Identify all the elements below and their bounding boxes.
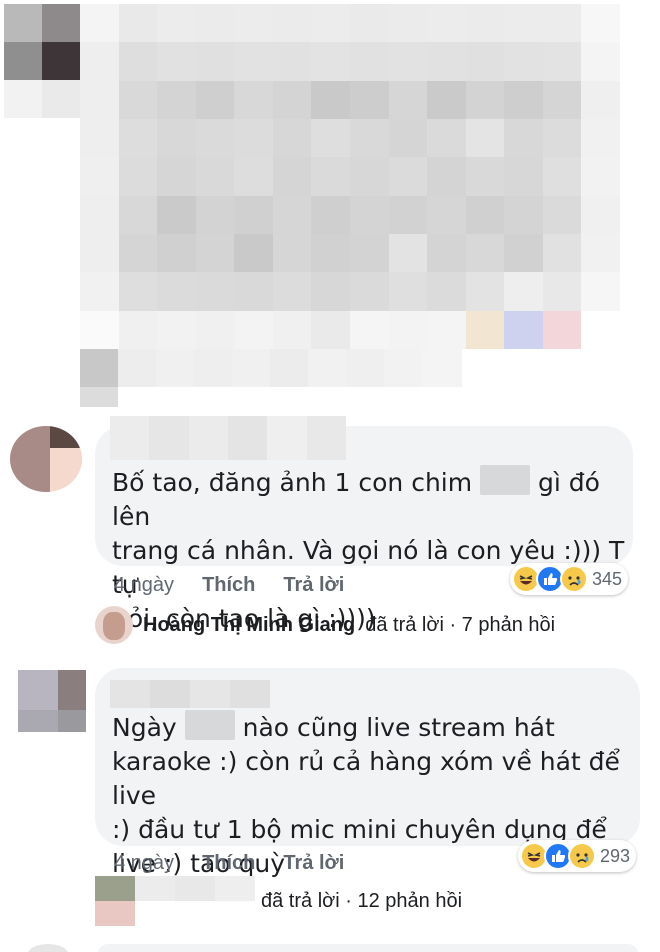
- reaction-summary[interactable]: 293: [518, 840, 637, 872]
- reply-status: đã trả lời · 7 phản hồi: [365, 613, 556, 636]
- censored-name: [110, 416, 346, 460]
- commenter-avatar[interactable]: [10, 426, 82, 492]
- censored-name: [110, 680, 270, 708]
- reaction-count: 293: [600, 845, 631, 866]
- replier-avatar: [95, 606, 133, 644]
- sad-icon: [568, 842, 596, 870]
- censored-word: [480, 465, 531, 495]
- reply-link[interactable]: Trả lời: [283, 574, 344, 597]
- sad-icon: [560, 565, 588, 593]
- commenter-avatar[interactable]: [18, 670, 86, 732]
- like-link[interactable]: Thích: [202, 852, 255, 875]
- blurred-image: [0, 0, 660, 410]
- comment-actions: 4 ngày Thích Trả lời: [114, 574, 344, 597]
- comment-time: 4 ngày: [114, 574, 175, 596]
- like-link[interactable]: Thích: [202, 574, 255, 597]
- next-commenter-avatar: [28, 944, 68, 952]
- reaction-count: 345: [592, 568, 623, 589]
- censored-word: [184, 710, 235, 740]
- blurred-post-mosaic: [80, 4, 620, 349]
- replier-name[interactable]: Hoàng Thị Minh Giang: [143, 614, 355, 637]
- comment-actions: 4 ngày Thích Trả lời: [114, 852, 344, 875]
- reaction-summary[interactable]: 345: [510, 563, 629, 595]
- reply-link[interactable]: Trả lời: [283, 852, 344, 875]
- reply-summary[interactable]: Hoàng Thị Minh Giang đã trả lời · 7 phản…: [95, 606, 555, 644]
- reply-status: đã trả lời · 12 phản hồi: [261, 890, 463, 912]
- censored-replier: [95, 876, 255, 926]
- reply-summary[interactable]: đã trả lời · 12 phản hồi: [95, 876, 515, 926]
- next-comment-bubble: [98, 944, 638, 952]
- comment-time: 4 ngày: [114, 852, 175, 874]
